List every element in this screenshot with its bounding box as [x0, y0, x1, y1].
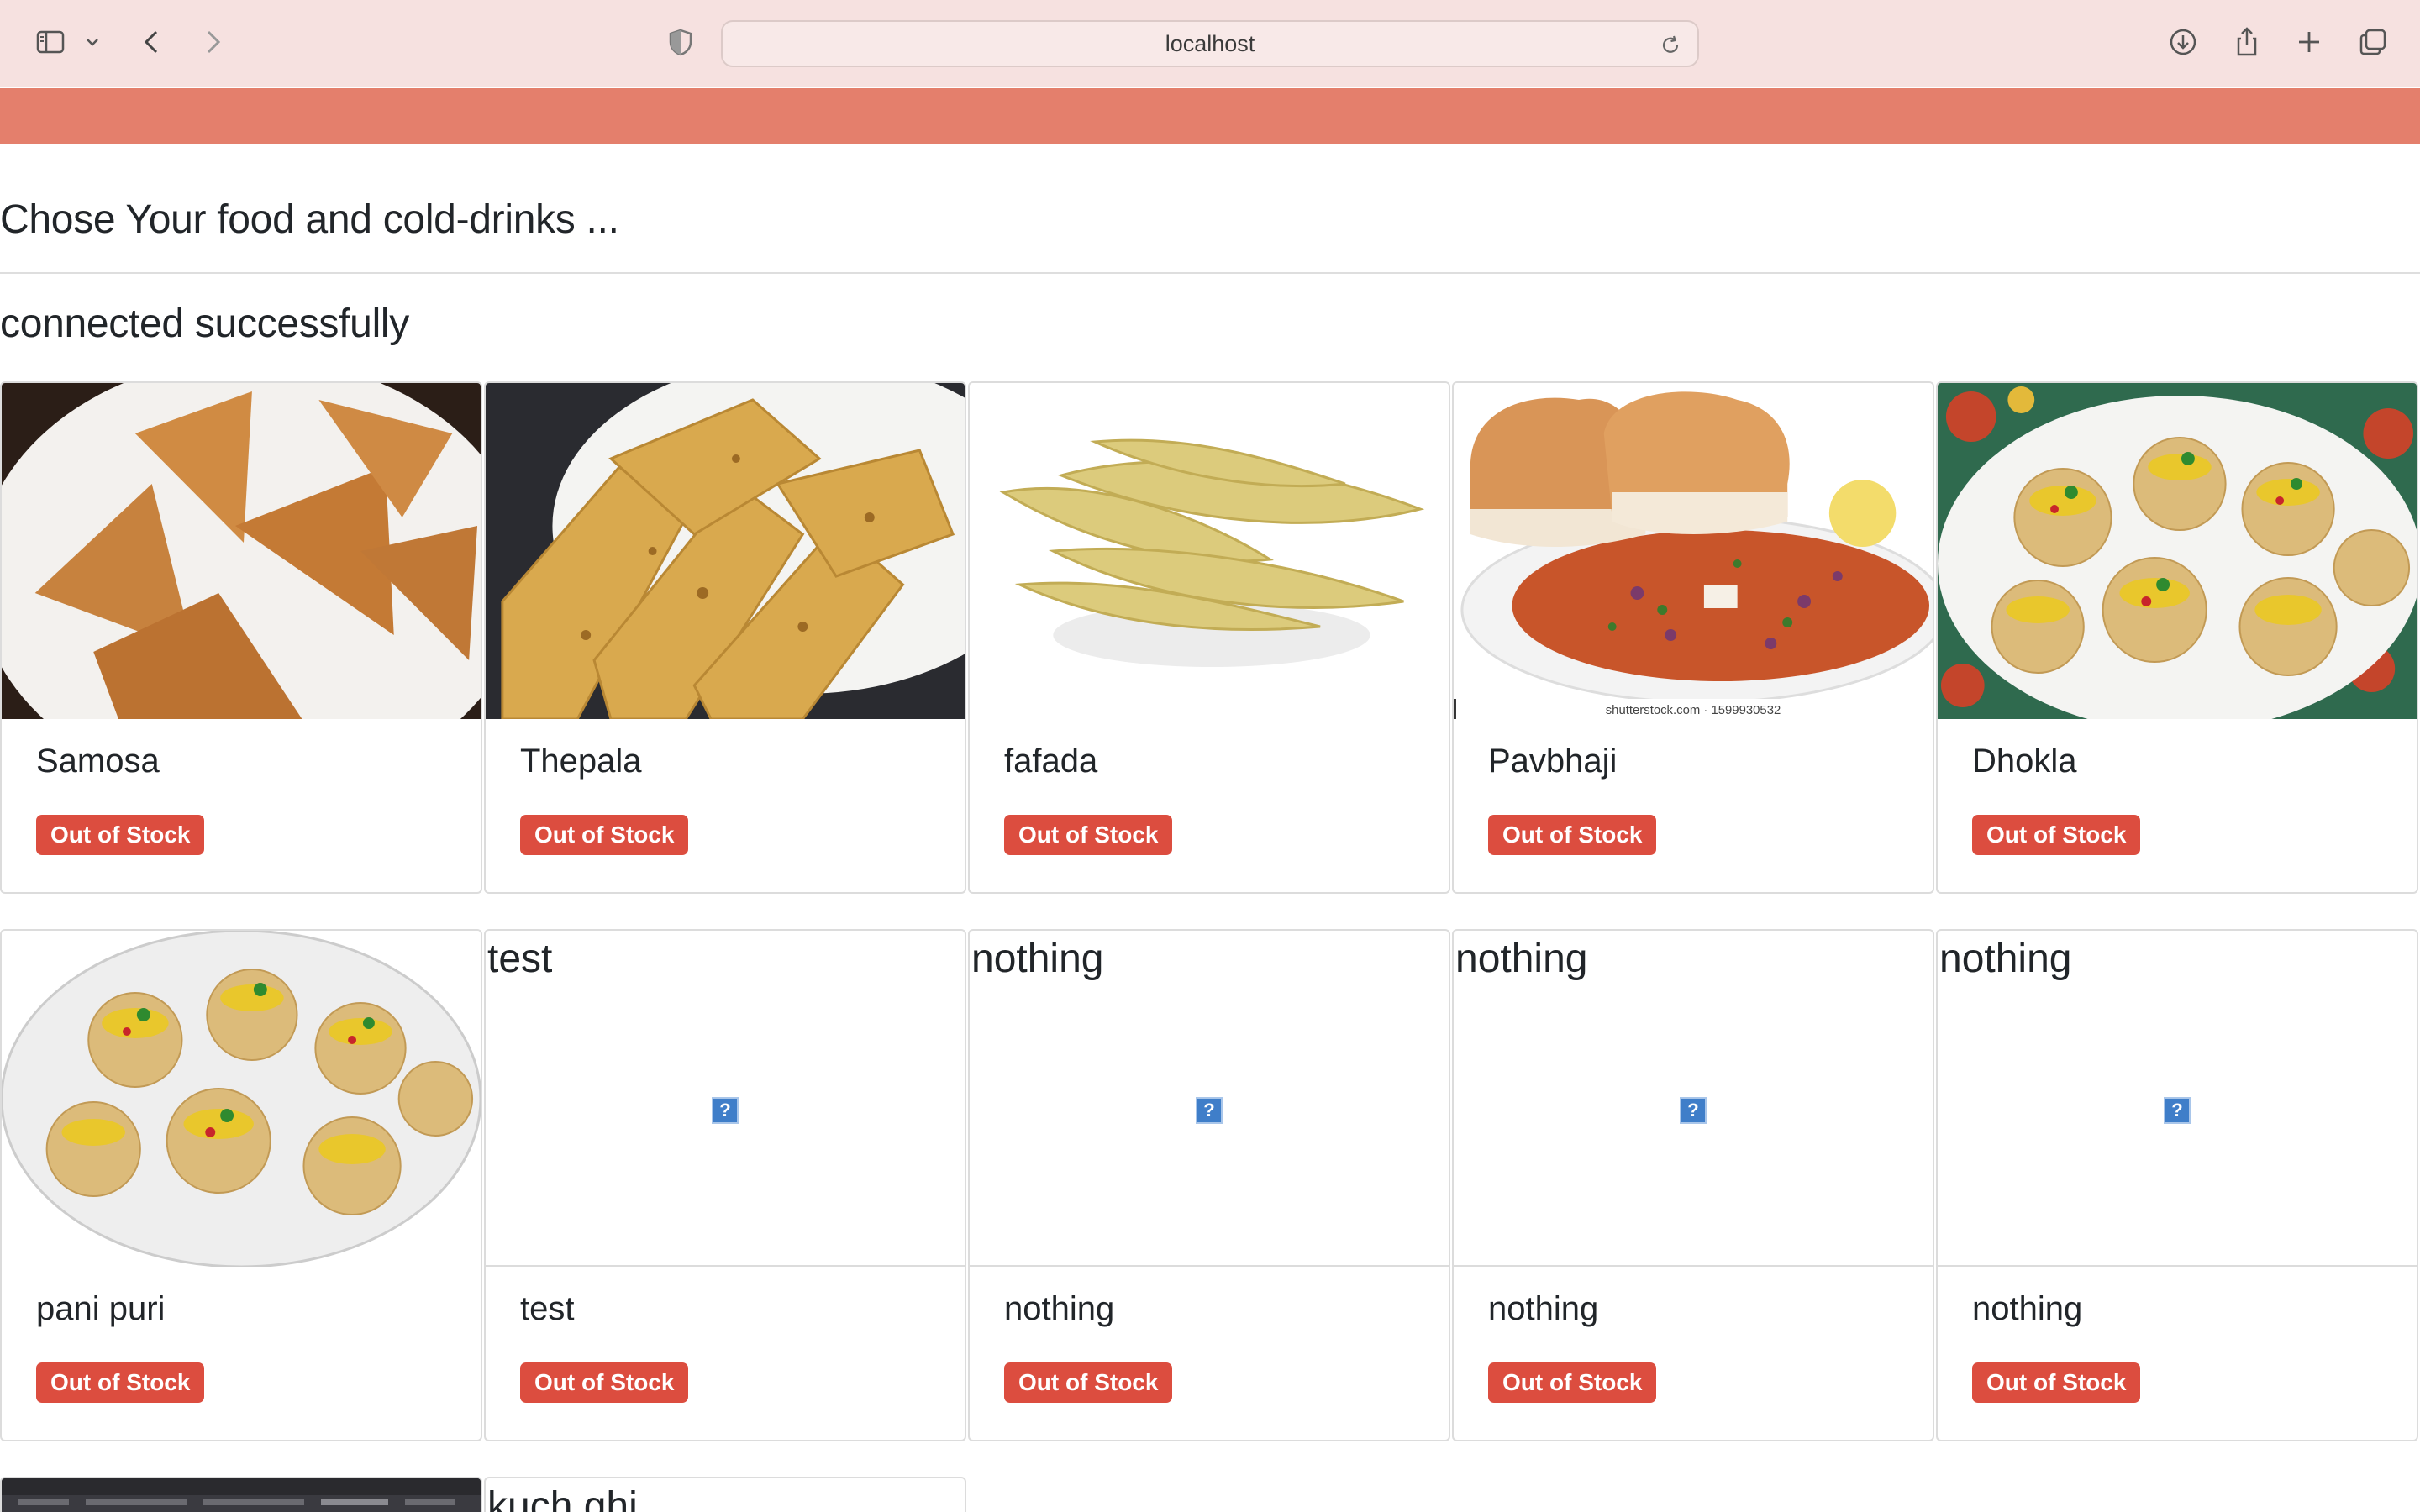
navbar: [0, 88, 2420, 144]
product-card[interactable]: kuch ghi: [484, 1477, 966, 1512]
divider: [0, 272, 2420, 274]
stock-photo-watermark: shutterstock.com · 1599930532: [1606, 703, 1781, 717]
product-name: pani puri: [36, 1290, 166, 1327]
image-alt-text: nothing: [1939, 937, 2072, 981]
product-image-pavbhaji: shutterstock.com · 1599930532: [1454, 383, 1933, 719]
image-alt-text: nothing: [1455, 937, 1588, 981]
product-name: Dhokla: [1972, 743, 2077, 780]
product-image-dhokla: [1938, 383, 2417, 719]
forward-icon[interactable]: [188, 18, 235, 66]
product-name: nothing: [1004, 1290, 1115, 1327]
product-image-samosa: [2, 383, 481, 719]
product-card[interactable]: Samosa Out of Stock: [0, 381, 482, 894]
tabs-icon[interactable]: [2349, 18, 2396, 66]
back-icon[interactable]: [129, 18, 176, 66]
out-of-stock-badge: Out of Stock: [1972, 815, 2141, 855]
product-image-pani-puri: [2, 931, 481, 1267]
product-card[interactable]: Thepala Out of Stock: [484, 381, 966, 894]
product-image-screenshot: [2, 1478, 481, 1512]
out-of-stock-badge: Out of Stock: [1488, 1362, 1657, 1403]
image-alt-text: nothing: [971, 937, 1104, 981]
download-icon[interactable]: [2160, 18, 2207, 66]
product-name: fafada: [1004, 743, 1098, 780]
sidebar-icon[interactable]: [27, 18, 74, 66]
product-name: Samosa: [36, 743, 160, 780]
broken-image-icon: ?: [1680, 1097, 1707, 1124]
product-card[interactable]: Dhokla Out of Stock: [1936, 381, 2418, 894]
out-of-stock-badge: Out of Stock: [1004, 815, 1173, 855]
product-card[interactable]: nothing ? nothing Out of Stock: [968, 929, 1450, 1441]
out-of-stock-badge: Out of Stock: [520, 815, 689, 855]
shield-icon[interactable]: [657, 18, 704, 66]
out-of-stock-badge: Out of Stock: [36, 815, 205, 855]
product-card[interactable]: nothing ? nothing Out of Stock: [1452, 929, 1934, 1441]
browser-toolbar: localhost: [0, 0, 2420, 87]
product-card[interactable]: fafada Out of Stock: [968, 381, 1450, 894]
address-bar[interactable]: localhost: [721, 20, 1699, 67]
plus-icon[interactable]: [2286, 18, 2333, 66]
product-image-broken: nothing ?: [1454, 931, 1933, 1267]
product-card[interactable]: [0, 1477, 482, 1512]
image-alt-text: test: [487, 937, 553, 981]
product-name: Thepala: [520, 743, 642, 780]
product-name: Pavbhaji: [1488, 743, 1618, 780]
out-of-stock-badge: Out of Stock: [1488, 815, 1657, 855]
out-of-stock-badge: Out of Stock: [1004, 1362, 1173, 1403]
page-title: Chose Your food and cold-drinks ...: [0, 197, 619, 242]
broken-image-icon: ?: [2164, 1097, 2191, 1124]
product-image-broken: nothing ?: [1938, 931, 2417, 1267]
product-image-thepala: [486, 383, 965, 719]
image-alt-text: kuch ghi: [487, 1484, 638, 1512]
url-text: localhost: [1165, 30, 1255, 56]
product-name: test: [520, 1290, 575, 1327]
out-of-stock-badge: Out of Stock: [520, 1362, 689, 1403]
product-image-broken: test ?: [486, 931, 965, 1267]
broken-image-icon: ?: [712, 1097, 739, 1124]
product-image-fafada: [970, 383, 1449, 719]
broken-image-icon: ?: [1196, 1097, 1223, 1124]
out-of-stock-badge: Out of Stock: [36, 1362, 205, 1403]
share-icon[interactable]: [2223, 18, 2270, 66]
product-card[interactable]: test ? test Out of Stock: [484, 929, 966, 1441]
chevron-down-icon[interactable]: [76, 18, 109, 66]
connection-status: connected successfully: [0, 302, 409, 346]
product-card[interactable]: pani puri Out of Stock: [0, 929, 482, 1441]
out-of-stock-badge: Out of Stock: [1972, 1362, 2141, 1403]
product-image-broken: nothing ?: [970, 931, 1449, 1267]
product-name: nothing: [1488, 1290, 1599, 1327]
product-name: nothing: [1972, 1290, 2083, 1327]
product-card[interactable]: shutterstock.com · 1599930532 Pavbhaji O…: [1452, 381, 1934, 894]
reload-icon[interactable]: [1657, 32, 1684, 59]
product-card[interactable]: nothing ? nothing Out of Stock: [1936, 929, 2418, 1441]
